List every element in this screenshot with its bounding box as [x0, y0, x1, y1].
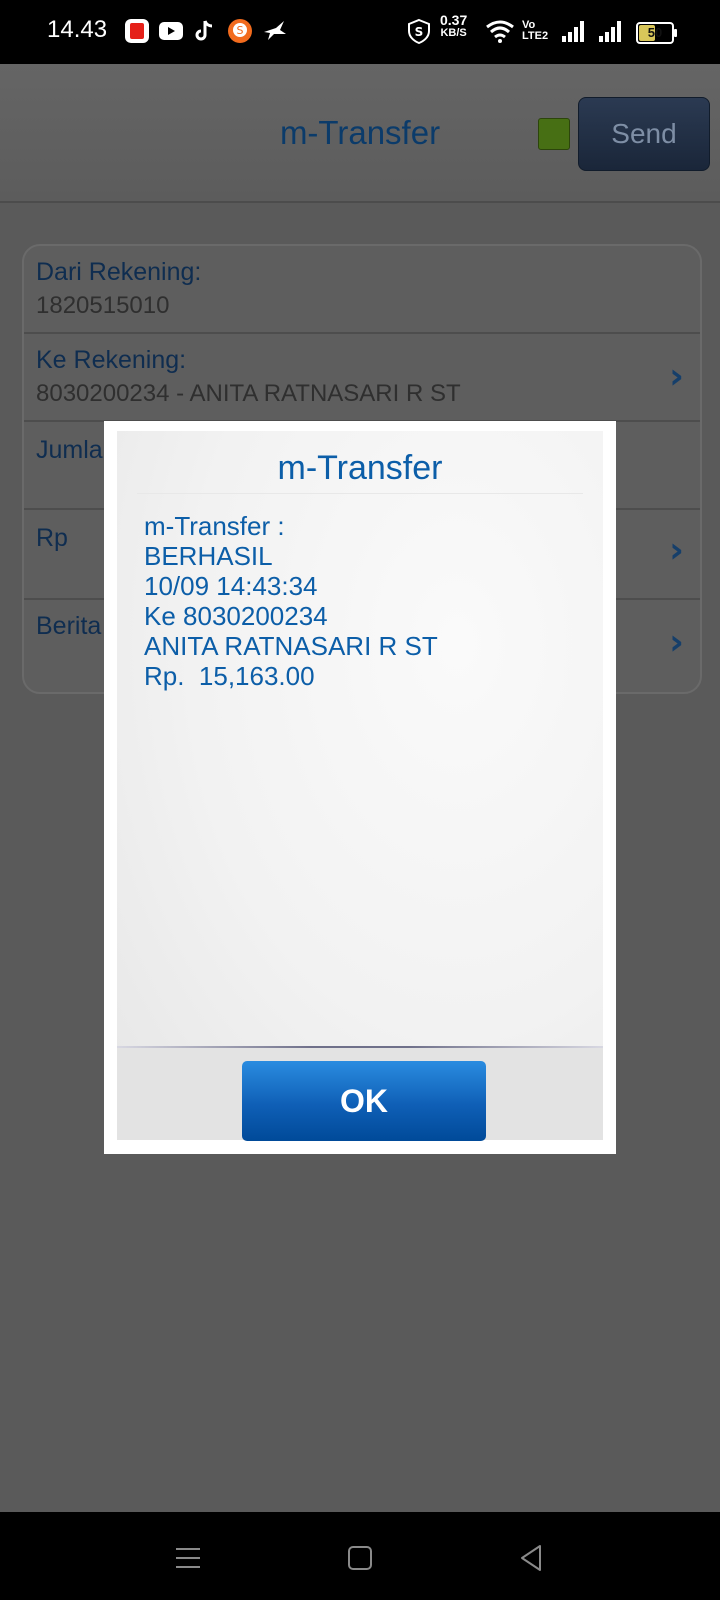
volte-indicator: Vo LTE2: [522, 20, 548, 42]
message-line: m-Transfer :: [144, 511, 285, 541]
app-header: m-Transfer Send: [0, 64, 720, 203]
signal-2-icon: [599, 21, 621, 42]
message-line: Rp. 15,163.00: [144, 661, 315, 691]
dialog-content: m-Transfer m-Transfer : BERHASIL 10/09 1…: [117, 431, 603, 1141]
youtube-icon: [159, 22, 183, 40]
network-speed: 0.37 KB/S: [440, 12, 468, 40]
chevron-right-icon: ›: [669, 622, 684, 663]
svg-text:S: S: [415, 25, 424, 39]
navigation-bar: [0, 1512, 720, 1600]
status-time: 14.43: [47, 16, 108, 43]
from-account-label: Dari Rekening:: [36, 258, 202, 286]
message-line: ANITA RATNASARI R ST: [144, 631, 438, 661]
volte-bottom: LTE2: [522, 30, 549, 42]
chevron-right-icon: ›: [669, 356, 684, 397]
to-account-label: Ke Rekening:: [36, 346, 187, 374]
battery-icon: 50: [636, 22, 677, 44]
tiktok-icon: [195, 20, 213, 41]
message-line: BERHASIL: [144, 541, 273, 571]
home-icon[interactable]: [340, 1538, 380, 1578]
currency-label: Rp: [36, 524, 68, 552]
battery-level: 50: [647, 25, 663, 40]
message-line: Ke 8030200234: [144, 601, 328, 631]
from-account-value: 1820515010: [36, 292, 170, 319]
to-account-row[interactable]: Ke Rekening: 8030200234 - ANITA RATNASAR…: [24, 334, 700, 422]
status-indicator: [538, 118, 570, 150]
svg-text:S: S: [237, 24, 244, 37]
vpn-shield-icon: S: [408, 18, 430, 44]
dialog-title-divider: [137, 493, 583, 494]
dialog-title: m-Transfer: [277, 449, 443, 487]
signal-1-icon: [562, 21, 584, 42]
net-speed-unit: KB/S: [440, 27, 467, 39]
send-button[interactable]: Send: [578, 97, 710, 171]
red-app-icon: [125, 19, 149, 43]
status-bar: 14.43 S S 0.37 KB/S Vo LTE2 50: [0, 0, 720, 64]
message-label: Berita: [36, 612, 102, 640]
from-account-row: Dari Rekening: 1820515010: [24, 246, 700, 334]
ok-button[interactable]: OK: [242, 1061, 486, 1141]
net-speed-value: 0.37: [440, 12, 468, 28]
result-dialog: m-Transfer m-Transfer : BERHASIL 10/09 1…: [104, 421, 616, 1154]
dialog-footer: OK: [117, 1048, 603, 1141]
bird-icon: [264, 21, 286, 40]
shopee-app-icon: S: [228, 19, 252, 43]
wifi-icon: [486, 20, 514, 43]
menu-icon[interactable]: [168, 1538, 208, 1578]
dialog-message: m-Transfer : BERHASIL 10/09 14:43:34 Ke …: [144, 511, 438, 691]
message-line: 10/09 14:43:34: [144, 571, 318, 601]
to-account-value: 8030200234 - ANITA RATNASARI R ST: [36, 380, 461, 407]
chevron-right-icon: ›: [669, 530, 684, 571]
back-icon[interactable]: [512, 1538, 552, 1578]
